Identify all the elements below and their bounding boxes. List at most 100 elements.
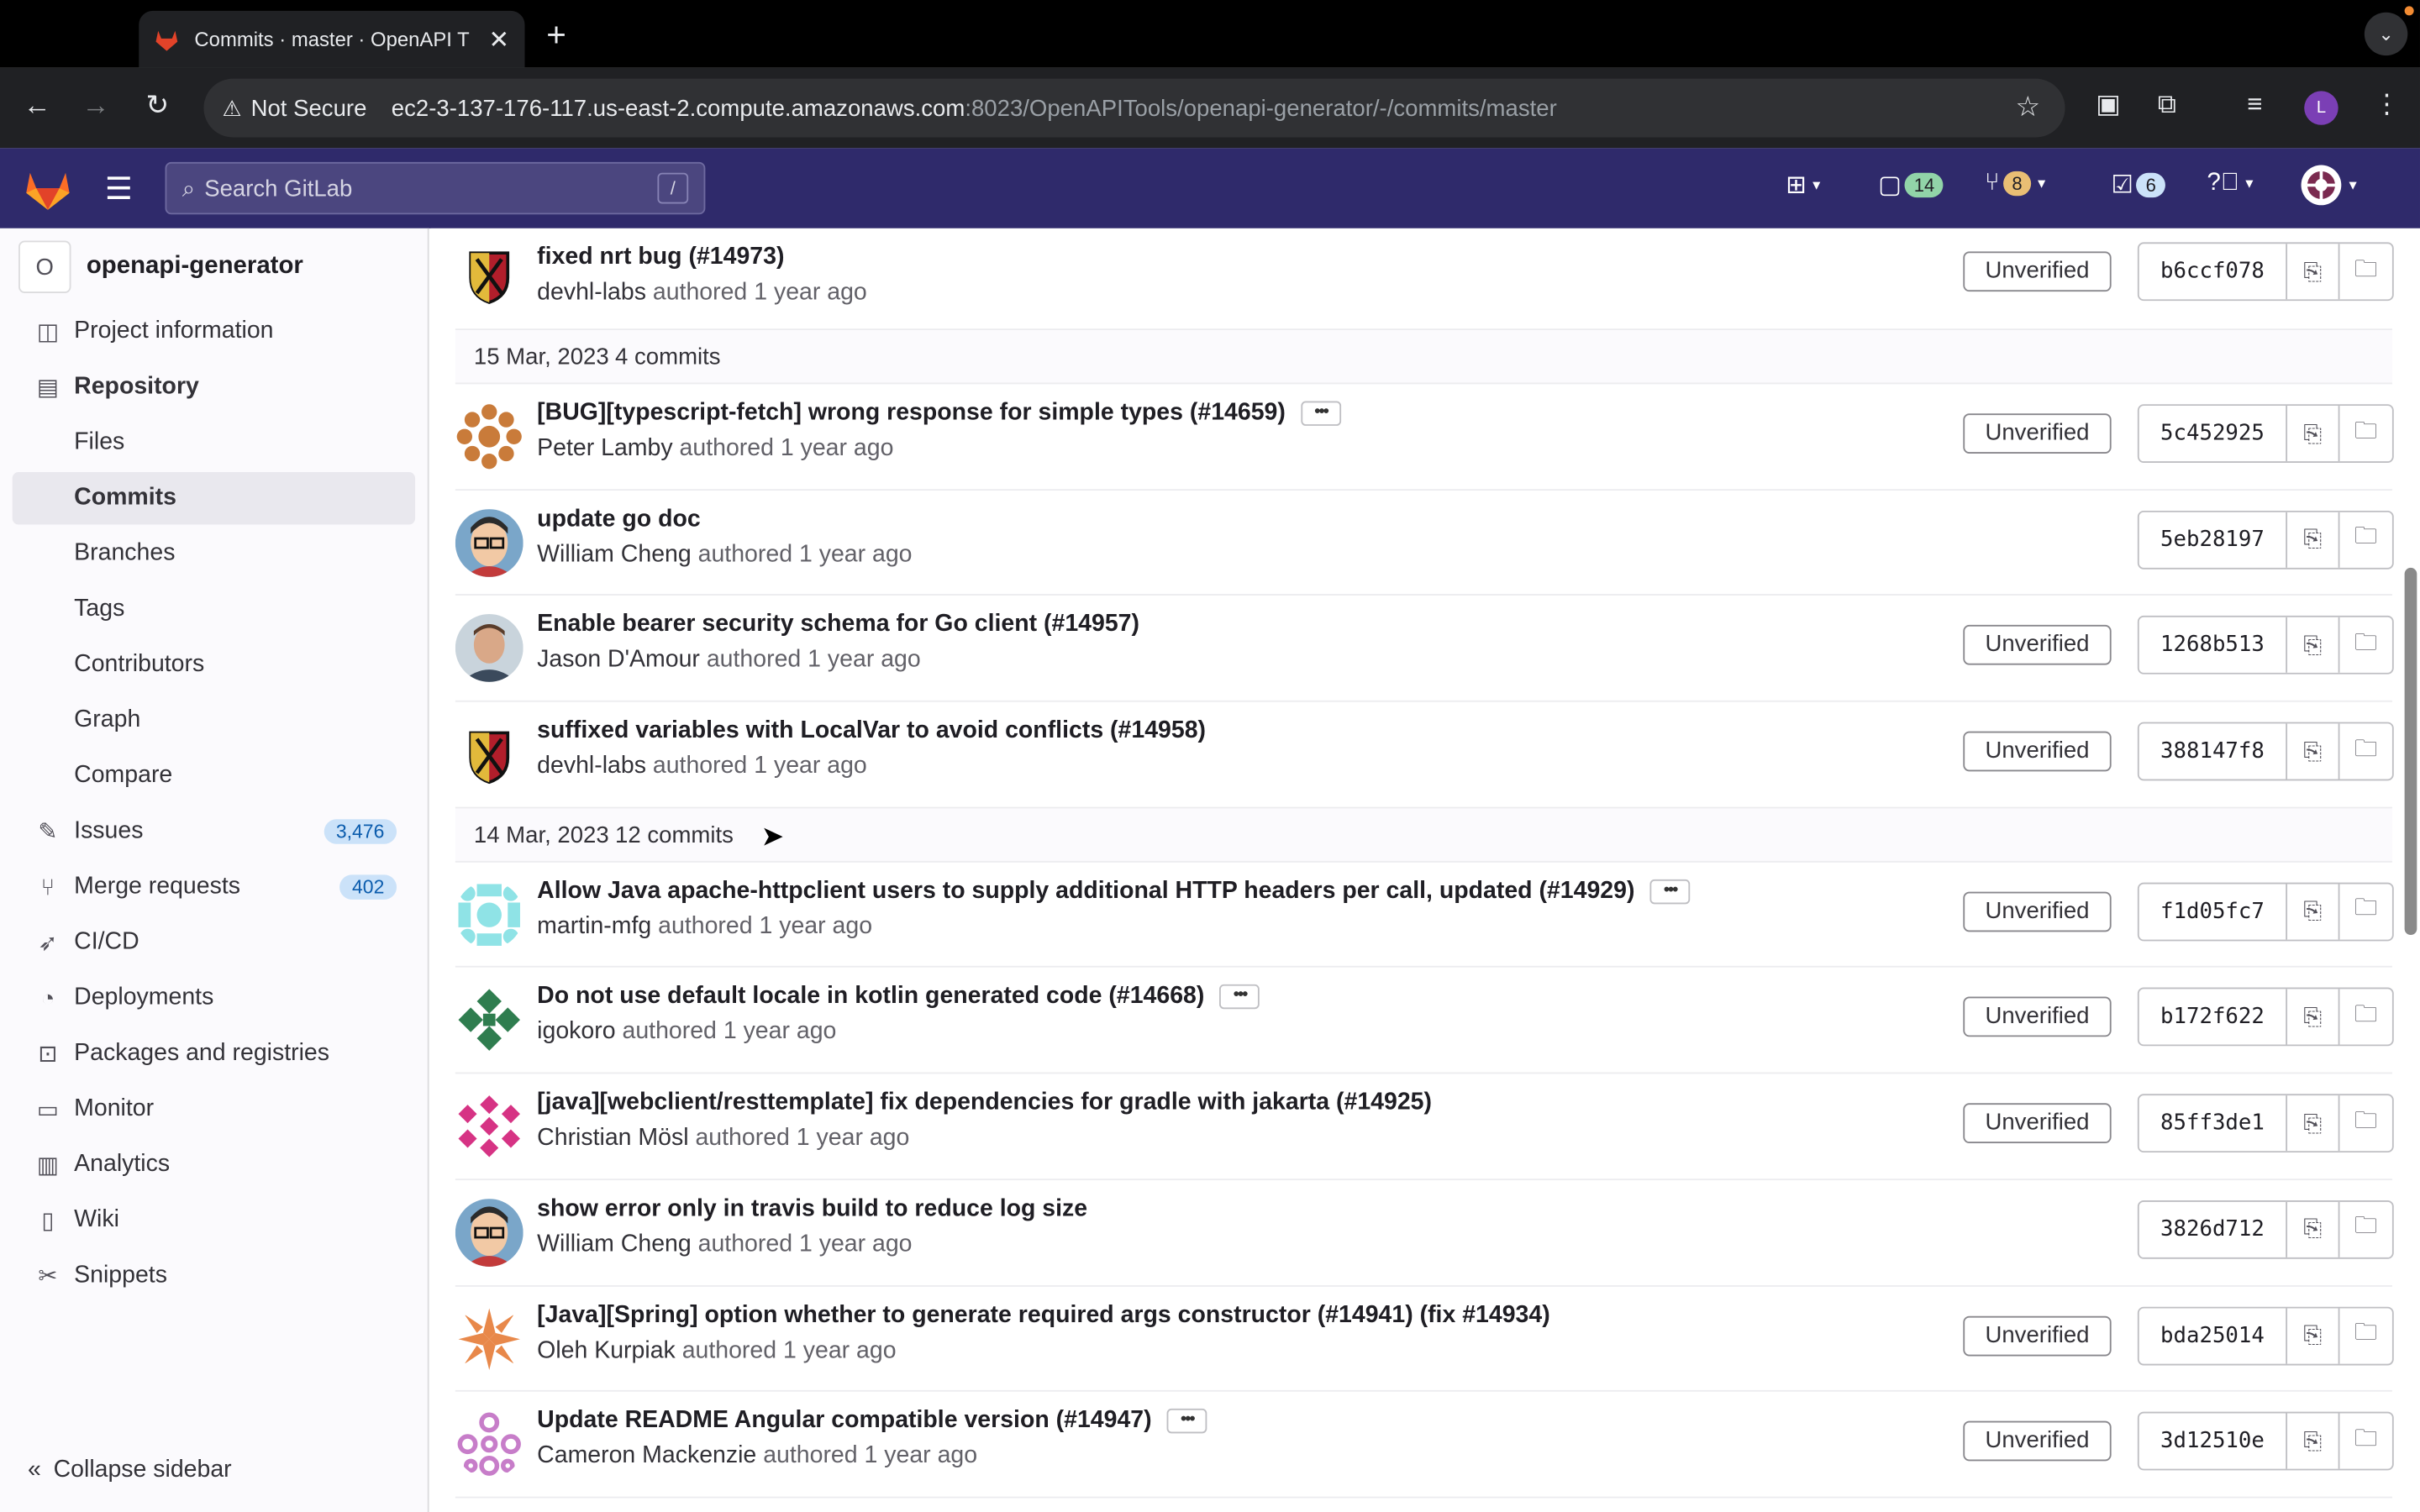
commit-title[interactable]: show error only in travis build to reduc… (537, 1195, 1087, 1223)
commit-sha[interactable]: 3826d712 (2139, 1201, 2288, 1257)
media-controls-icon[interactable]: ≡ (2247, 90, 2262, 121)
commit-title[interactable]: suffixed variables with LocalVar to avoi… (537, 717, 1206, 745)
merge-requests-button[interactable]: ⑂ 8 ▾ (1985, 170, 2045, 197)
commit-sha[interactable]: 1268b513 (2139, 617, 2288, 674)
unverified-badge[interactable]: Unverified (1963, 997, 2112, 1038)
forward-icon[interactable]: → (77, 90, 114, 123)
expand-description-button[interactable]: ••• (1301, 401, 1341, 426)
gitlab-logo-icon[interactable] (24, 168, 71, 211)
commit-author[interactable]: Peter Lamby (537, 435, 672, 461)
sidebar-item-repository[interactable]: ▤ Repository (13, 361, 415, 413)
browse-files-folder-icon[interactable]: 🗀 (2339, 724, 2391, 780)
commit-sha[interactable]: 5c452925 (2139, 406, 2288, 462)
sidebar-item-project-information[interactable]: ◫ Project information (13, 306, 415, 358)
copy-sha-icon[interactable]: ⎘ (2287, 1095, 2340, 1152)
sidebar-item-snippets[interactable]: ✂ Snippets (13, 1250, 415, 1302)
sidebar-item-issues[interactable]: ✎ Issues 3,476 (13, 806, 415, 858)
browse-files-folder-icon[interactable]: 🗀 (2339, 1095, 2391, 1151)
sidebar-item-files[interactable]: Files (13, 417, 415, 469)
commit-sha[interactable]: 3d12510e (2139, 1413, 2288, 1469)
commit-title[interactable]: Allow Java apache-httpclient users to su… (537, 878, 1691, 906)
commit-author[interactable]: Christian Mösl (537, 1125, 688, 1151)
avatar[interactable] (455, 1304, 523, 1373)
bookmark-star-icon[interactable]: ☆ (2016, 91, 2041, 123)
avatar[interactable] (455, 1198, 523, 1267)
commit-author[interactable]: Oleh Kurpiak (537, 1337, 676, 1363)
unverified-badge[interactable]: Unverified (1963, 1420, 2112, 1462)
commit-author[interactable]: igokoro (537, 1019, 615, 1045)
avatar[interactable] (455, 720, 523, 789)
avatar[interactable] (455, 402, 523, 471)
browse-files-folder-icon[interactable]: 🗀 (2339, 884, 2391, 939)
close-tab-icon[interactable]: ✕ (488, 24, 509, 55)
copy-sha-icon[interactable]: ⎘ (2287, 244, 2340, 300)
commit-sha[interactable]: 388147f8 (2139, 723, 2288, 780)
sidebar-item-branches[interactable]: Branches (13, 528, 415, 580)
browse-files-folder-icon[interactable]: 🗀 (2339, 244, 2391, 299)
copy-sha-icon[interactable]: ⎘ (2287, 990, 2340, 1046)
copy-sha-icon[interactable]: ⎘ (2287, 1307, 2340, 1363)
commit-title[interactable]: [Java][Spring] option whether to generat… (537, 1301, 1550, 1329)
copy-sha-icon[interactable]: ⎘ (2287, 406, 2340, 462)
commit-author[interactable]: Cameron Mackenzie (537, 1443, 756, 1469)
sidebar-item-merge-requests[interactable]: ⑂ Merge requests 402 (13, 861, 415, 913)
commit-sha[interactable]: 5eb28197 (2139, 512, 2288, 568)
commit-sha[interactable]: b172f622 (2139, 990, 2288, 1046)
extension-icon[interactable]: ▣ (2096, 90, 2121, 121)
copy-sha-icon[interactable]: ⎘ (2287, 512, 2340, 568)
avatar[interactable] (455, 1410, 523, 1478)
avatar[interactable] (455, 614, 523, 683)
unverified-badge[interactable]: Unverified (1963, 1315, 2112, 1356)
commit-sha[interactable]: b6ccf078 (2139, 244, 2288, 300)
commit-sha[interactable]: 85ff3de1 (2139, 1095, 2288, 1152)
copy-sha-icon[interactable]: ⎘ (2287, 1413, 2340, 1469)
collapse-sidebar-button[interactable]: « Collapse sidebar (28, 1457, 232, 1484)
commit-author[interactable]: devhl-labs (537, 753, 646, 779)
commit-author[interactable]: William Cheng (537, 1231, 692, 1257)
copy-sha-icon[interactable]: ⎘ (2287, 617, 2340, 674)
commit-title[interactable]: update go doc (537, 506, 701, 533)
commit-title[interactable]: [java][webclient/resttemplate] fix depen… (537, 1089, 1432, 1117)
new-tab-icon[interactable]: + (546, 15, 566, 55)
sidebar-item-compare[interactable]: Compare (13, 750, 415, 802)
browse-files-folder-icon[interactable]: 🗀 (2339, 1201, 2391, 1257)
commit-author[interactable]: William Cheng (537, 541, 692, 567)
expand-description-button[interactable]: ••• (1649, 879, 1691, 904)
browse-files-folder-icon[interactable]: 🗀 (2339, 990, 2391, 1045)
sidebar-item-commits[interactable]: Commits (12, 472, 416, 525)
copy-sha-icon[interactable]: ⎘ (2287, 1201, 2340, 1257)
browse-files-folder-icon[interactable]: 🗀 (2339, 617, 2391, 673)
unverified-badge[interactable]: Unverified (1963, 625, 2112, 666)
commit-author[interactable]: Jason D'Amour (537, 647, 700, 673)
sidebar-item-packages[interactable]: ⊡ Packages and registries (13, 1027, 415, 1079)
puzzle-extensions-icon[interactable]: ⧉ (2158, 90, 2176, 121)
profile-avatar[interactable]: L (2304, 91, 2338, 125)
sidebar-item-cicd[interactable]: ➶ CI/CD (13, 916, 415, 969)
sidebar-item-wiki[interactable]: ▯ Wiki (13, 1194, 415, 1247)
copy-sha-icon[interactable]: ⎘ (2287, 883, 2340, 940)
menu-hamburger-icon[interactable]: ☰ (105, 170, 133, 208)
browse-files-folder-icon[interactable]: 🗀 (2339, 512, 2391, 567)
avatar[interactable] (455, 508, 523, 577)
commit-title[interactable]: Enable bearer security schema for Go cli… (537, 612, 1139, 639)
search-input[interactable]: ⌕ Search GitLab / (165, 161, 706, 215)
create-new-button[interactable]: ⊞ ▾ (1786, 170, 1820, 201)
commit-title[interactable]: [BUG][typescript-fetch] wrong response f… (537, 400, 1341, 428)
unverified-badge[interactable]: Unverified (1963, 731, 2112, 772)
commit-author[interactable]: martin-mfg (537, 913, 651, 939)
issues-button[interactable]: ▢ 14 (1878, 170, 1944, 201)
avatar[interactable] (455, 880, 523, 949)
unverified-badge[interactable]: Unverified (1963, 891, 2112, 932)
reload-icon[interactable]: ↻ (139, 90, 176, 123)
commit-title[interactable]: fixed nrt bug (#14973) (537, 244, 784, 271)
browse-files-folder-icon[interactable]: 🗀 (2339, 1414, 2391, 1469)
copy-sha-icon[interactable]: ⎘ (2287, 723, 2340, 780)
sidebar-item-graph[interactable]: Graph (13, 695, 415, 747)
unverified-badge[interactable]: Unverified (1963, 251, 2112, 292)
browse-files-folder-icon[interactable]: 🗀 (2339, 1308, 2391, 1363)
page-scrollbar[interactable] (2404, 567, 2417, 936)
user-menu-button[interactable]: ▾ (2300, 164, 2357, 207)
tab-search-chevron-icon[interactable]: ⌄ (2364, 12, 2408, 56)
browse-files-folder-icon[interactable]: 🗀 (2339, 406, 2391, 461)
todos-button[interactable]: ☑ 6 (2112, 170, 2165, 201)
